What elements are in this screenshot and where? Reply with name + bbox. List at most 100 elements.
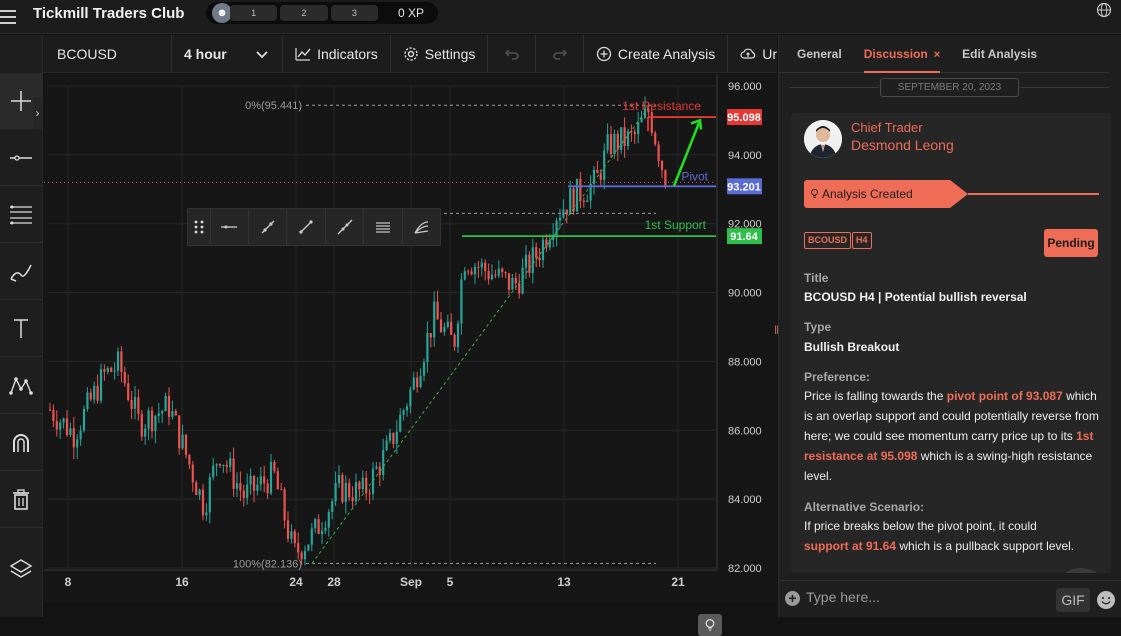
candle-body [375, 466, 378, 469]
candle-body [276, 471, 279, 490]
settings-button[interactable]: Settings [391, 35, 489, 73]
candle-body [229, 458, 232, 467]
x-tick-label: 8 [65, 575, 72, 589]
candle-body [297, 543, 300, 553]
fib-tool[interactable] [0, 187, 42, 243]
price-chart[interactable]: 96.000 94.000 92.000 90.000 88.000 86.000 84.0… [44, 74, 777, 636]
candle-body [225, 464, 228, 467]
y-tick-label: 90.000 [728, 288, 762, 300]
candle-body [603, 150, 606, 180]
trash-icon [13, 488, 29, 510]
idea-button[interactable] [698, 614, 722, 636]
fib-fan-icon [414, 221, 429, 234]
interval-selector[interactable]: 4 hour [172, 35, 284, 73]
price-tag-label: 91.64 [730, 231, 758, 243]
globe-icon[interactable] [1096, 2, 1112, 18]
preference-text: Price is falling towards the pivot point… [804, 386, 1104, 486]
author-name[interactable]: Desmond Leong [851, 137, 954, 153]
candle-body [660, 161, 664, 171]
y-tick-label: 84.000 [728, 494, 762, 506]
alternative-label: Alternative Scenario: [804, 500, 925, 514]
brush-tool[interactable] [0, 244, 42, 300]
alternative-text-2: which is a pullback support level. [896, 539, 1075, 553]
xp-progress[interactable]: ☻ 1 2 3 0 XP [206, 2, 438, 24]
candle-body [528, 254, 531, 273]
redo-button[interactable] [536, 35, 584, 73]
symbol-selector[interactable]: BCOUSD [43, 35, 172, 73]
author-avatar[interactable] [804, 120, 842, 158]
horizontal-line-button[interactable] [209, 209, 248, 245]
expand-tools-arrow[interactable]: › [33, 97, 42, 129]
indicators-button[interactable]: Indicators [283, 35, 391, 73]
banner-text: Analysis Created [822, 187, 913, 201]
candle-body [62, 418, 65, 423]
add-attachment-icon[interactable]: + [785, 591, 800, 606]
layers-icon [9, 559, 33, 578]
candle-body [436, 301, 439, 320]
candle-body [477, 266, 480, 268]
candle-body [290, 531, 293, 539]
candle-body [235, 483, 239, 489]
candle-body [249, 475, 252, 485]
x-tick-label: 28 [327, 575, 341, 589]
text-tool[interactable] [0, 301, 42, 357]
candle-body [623, 127, 626, 146]
gif-button[interactable]: GIF [1056, 588, 1090, 612]
tab-edit-analysis[interactable]: Edit Analysis [962, 35, 1037, 73]
chevron-down-icon [256, 51, 268, 59]
candle-body [613, 133, 616, 155]
parallel-channel-button[interactable] [363, 209, 401, 245]
candle-body [157, 413, 160, 416]
candle-body [446, 321, 449, 327]
candle-body [256, 484, 259, 491]
chart-canvas[interactable]: 96.00094.00092.00090.00088.00086.00084.0… [44, 74, 777, 602]
candle-body [239, 483, 242, 491]
candle-body [664, 170, 667, 187]
ray-button[interactable] [286, 209, 324, 245]
trend-line-icon [261, 220, 275, 234]
fib-fan-button[interactable] [401, 209, 440, 245]
candle-body [310, 528, 313, 545]
scroll-down-button[interactable] [1053, 568, 1109, 573]
candle-body [654, 132, 657, 145]
alternative-text: If price breaks below the pivot point, i… [804, 516, 1099, 556]
candle-body [303, 550, 307, 560]
undo-button[interactable] [488, 35, 537, 73]
candle-body [582, 200, 585, 202]
tab-discussion[interactable]: Discussion × [863, 35, 941, 73]
author-role: Chief Trader [851, 120, 923, 135]
close-icon[interactable]: × [934, 49, 940, 61]
pattern-tool[interactable] [0, 358, 42, 414]
create-analysis-button[interactable]: Create Analysis [584, 35, 729, 73]
layers-tool[interactable] [0, 541, 42, 597]
analysis-panel: General Discussion × Edit Analysis SEPTEM… [778, 35, 1121, 617]
pivot-highlight: pivot point of 93.087 [946, 389, 1063, 403]
redo-icon [552, 49, 567, 60]
candle-body [626, 131, 630, 146]
candle-body [422, 362, 426, 376]
menu-icon[interactable] [0, 6, 18, 26]
magnet-tool[interactable] [0, 415, 42, 471]
lightbulb-icon [705, 619, 715, 631]
candle-body [174, 410, 177, 416]
upload-button[interactable]: Ur [728, 35, 777, 73]
candle-body [55, 420, 58, 430]
candle-body [269, 461, 273, 494]
type-value: Bullish Breakout [804, 340, 900, 354]
date-divider-right [1020, 87, 1109, 88]
emoji-icon[interactable] [1097, 591, 1115, 609]
trend-line-button[interactable] [248, 209, 286, 245]
tab-general[interactable]: General [797, 35, 842, 73]
extended-line-button[interactable] [324, 209, 363, 245]
drag-handle-icon[interactable] [188, 209, 210, 245]
line-tool[interactable] [0, 130, 42, 186]
candle-body [161, 411, 164, 414]
message-input[interactable]: Type here... [806, 589, 880, 605]
candle-body [382, 450, 385, 476]
candle-body [409, 389, 412, 407]
candle-body [501, 268, 504, 273]
candle-body [137, 397, 140, 414]
delete-tool[interactable] [0, 472, 42, 528]
candle-body [606, 134, 609, 151]
candle-body [167, 395, 171, 417]
